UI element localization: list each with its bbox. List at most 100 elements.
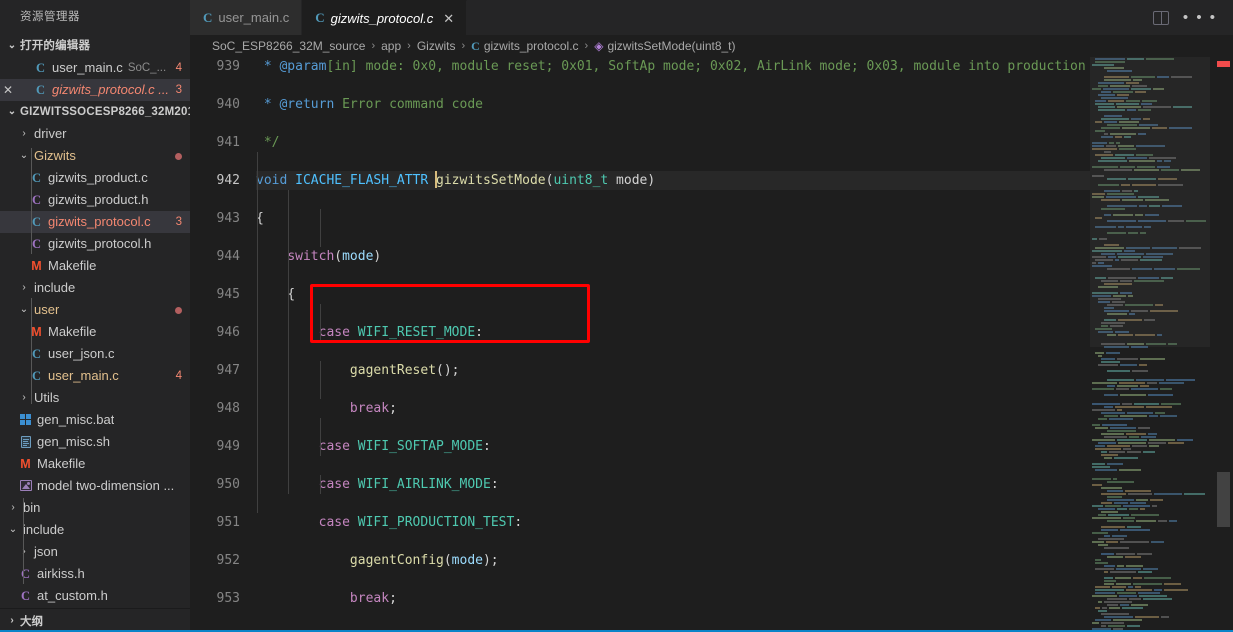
chevron-right-icon[interactable]: ›	[17, 123, 31, 145]
bat-file-icon	[17, 409, 34, 431]
code-line[interactable]: 939 * @param[in] mode: 0x0, module reset…	[190, 57, 1090, 76]
code-line[interactable]: 950 case WIFI_AIRLINK_MODE:	[190, 475, 1090, 494]
tree-file[interactable]: MMakefile	[0, 255, 190, 277]
image-file-icon	[17, 475, 34, 497]
tree-file[interactable]: Cuser_main.c4	[0, 365, 190, 387]
tree-file[interactable]: MMakefile	[0, 453, 190, 475]
tree-file[interactable]: Cgizwits_product.h	[0, 189, 190, 211]
chevron-right-icon[interactable]: ›	[17, 277, 31, 299]
chevron-right-icon: ›	[4, 615, 20, 626]
breadcrumb-separator: ›	[401, 40, 417, 52]
tree-file[interactable]: Cuser_json.c	[0, 343, 190, 365]
open-editor-item[interactable]: Cuser_main.cSoC_...4	[0, 57, 190, 79]
c-file-icon: C	[32, 79, 49, 101]
code-line[interactable]: 949 case WIFI_SOFTAP_MODE:	[190, 437, 1090, 456]
tree-folder-label: json	[31, 541, 58, 563]
chevron-down-icon[interactable]: ⌄	[17, 299, 31, 321]
tree-file[interactable]: gen_misc.sh	[0, 431, 190, 453]
outline-label: 大纲	[20, 613, 43, 629]
code-lines[interactable]: 939 * @param[in] mode: 0x0, module reset…	[190, 57, 1090, 632]
open-editor-label: user_main.c	[49, 57, 123, 79]
indent-guide	[320, 380, 321, 399]
code-line[interactable]: 951 case WIFI_PRODUCTION_TEST:	[190, 513, 1090, 532]
chevron-right-icon[interactable]: ›	[17, 541, 31, 563]
tree-file[interactable]: gen_misc.bat	[0, 409, 190, 431]
breadcrumb-item[interactable]: Gizwits	[417, 39, 456, 53]
tab-gizwits-protocol-c[interactable]: Cgizwits_protocol.c✕	[302, 0, 467, 35]
tree-folder[interactable]: ›driver	[0, 123, 190, 145]
code-line[interactable]: 941 */	[190, 133, 1090, 152]
indent-guide	[257, 266, 258, 285]
problem-count-badge: 3	[170, 211, 182, 233]
code-line[interactable]: 952 gagentConfig(mode);	[190, 551, 1090, 570]
indent-guide	[288, 342, 289, 361]
indent-guide	[257, 285, 258, 304]
indent-guide	[257, 228, 258, 247]
code-line[interactable]: 942void ICACHE_FLASH_ATTR gizwitsSetMode…	[190, 171, 1090, 190]
chevron-right-icon[interactable]: ›	[6, 497, 20, 519]
code-line[interactable]: 953 break;	[190, 589, 1090, 608]
close-icon[interactable]: ✕	[0, 79, 16, 101]
tree-folder[interactable]: ⌄include	[0, 519, 190, 541]
open-editor-item[interactable]: ✕Cgizwits_protocol.c ...3	[0, 79, 190, 101]
breadcrumb-separator: ›	[455, 40, 471, 52]
breadcrumb-item[interactable]: Cgizwits_protocol.c	[471, 39, 578, 54]
indent-guide	[288, 190, 289, 209]
breadcrumb-item[interactable]: ◈gizwitsSetMode(uint8_t)	[594, 39, 735, 53]
indent-guide	[288, 437, 289, 456]
code-line[interactable]: 947 gagentReset();	[190, 361, 1090, 380]
minimap[interactable]	[1090, 57, 1210, 632]
close-icon[interactable]: ✕	[443, 12, 454, 25]
tree-indent-guide	[31, 298, 32, 404]
indent-guide	[257, 247, 258, 266]
code-line[interactable]: 940 * @return Error command code	[190, 95, 1090, 114]
breadcrumb-item[interactable]: app	[381, 39, 401, 53]
tree-file[interactable]: MMakefile	[0, 321, 190, 343]
tree-file-label: gen_misc.sh	[34, 431, 110, 453]
chevron-down-icon[interactable]: ⌄	[6, 519, 20, 541]
indent-guide	[257, 342, 258, 361]
line-number: 943	[190, 209, 240, 228]
tree-folder[interactable]: ›include	[0, 277, 190, 299]
breadcrumb-label: gizwitsSetMode(uint8_t)	[607, 39, 735, 53]
code-line[interactable]: 945 {	[190, 285, 1090, 304]
chevron-down-icon[interactable]: ⌄	[17, 145, 31, 167]
code-line[interactable]: 944 switch(mode)	[190, 247, 1090, 266]
chevron-right-icon[interactable]: ›	[17, 387, 31, 409]
line-source: break;	[256, 399, 1090, 418]
tree-file[interactable]: Cat_custom.h	[0, 585, 190, 607]
code-line[interactable]: 948 break;	[190, 399, 1090, 418]
split-editor-icon[interactable]	[1153, 11, 1169, 25]
overview-ruler[interactable]	[1210, 57, 1233, 632]
editor-scrollbar-thumb[interactable]	[1217, 472, 1230, 527]
tree-file[interactable]: Cgizwits_protocol.h	[0, 233, 190, 255]
line-number: 940	[190, 95, 240, 114]
tree-file[interactable]: Cgizwits_protocol.c3	[0, 211, 190, 233]
tree-folder[interactable]: ›Utils	[0, 387, 190, 409]
open-editors-header[interactable]: ⌄ 打开的编辑器	[0, 35, 190, 57]
more-actions-icon[interactable]: • • •	[1183, 10, 1217, 25]
minimap-viewport-slider[interactable]	[1090, 57, 1210, 347]
project-root-header[interactable]: ⌄ GIZWITSSOCESP8266_32M201...	[0, 101, 190, 123]
breadcrumb-label: gizwits_protocol.c	[484, 39, 579, 53]
tree-folder[interactable]: ⌄user	[0, 299, 190, 321]
indent-guide	[320, 361, 321, 380]
outline-section-header[interactable]: › 大纲	[0, 608, 190, 632]
tab-user-main-c[interactable]: Cuser_main.c	[190, 0, 302, 35]
indent-guide	[257, 152, 258, 171]
tree-folder[interactable]: ›bin	[0, 497, 190, 519]
tree-folder[interactable]: ⌄Gizwits	[0, 145, 190, 167]
tree-file-label: Makefile	[45, 321, 96, 343]
indent-guide	[320, 437, 321, 456]
tab-label: gizwits_protocol.c	[331, 11, 434, 26]
code-editor[interactable]: 939 * @param[in] mode: 0x0, module reset…	[190, 57, 1233, 632]
code-line[interactable]: 943{	[190, 209, 1090, 228]
indent-guide	[320, 418, 321, 437]
tree-file[interactable]: Cgizwits_product.c	[0, 167, 190, 189]
overview-ruler-error-mark[interactable]	[1217, 61, 1230, 67]
tree-file[interactable]: Cairkiss.h	[0, 563, 190, 585]
tree-folder[interactable]: ›json	[0, 541, 190, 563]
code-line[interactable]: 946 case WIFI_RESET_MODE:	[190, 323, 1090, 342]
tree-file[interactable]: model two-dimension ...	[0, 475, 190, 497]
breadcrumb-item[interactable]: SoC_ESP8266_32M_source	[212, 39, 365, 53]
